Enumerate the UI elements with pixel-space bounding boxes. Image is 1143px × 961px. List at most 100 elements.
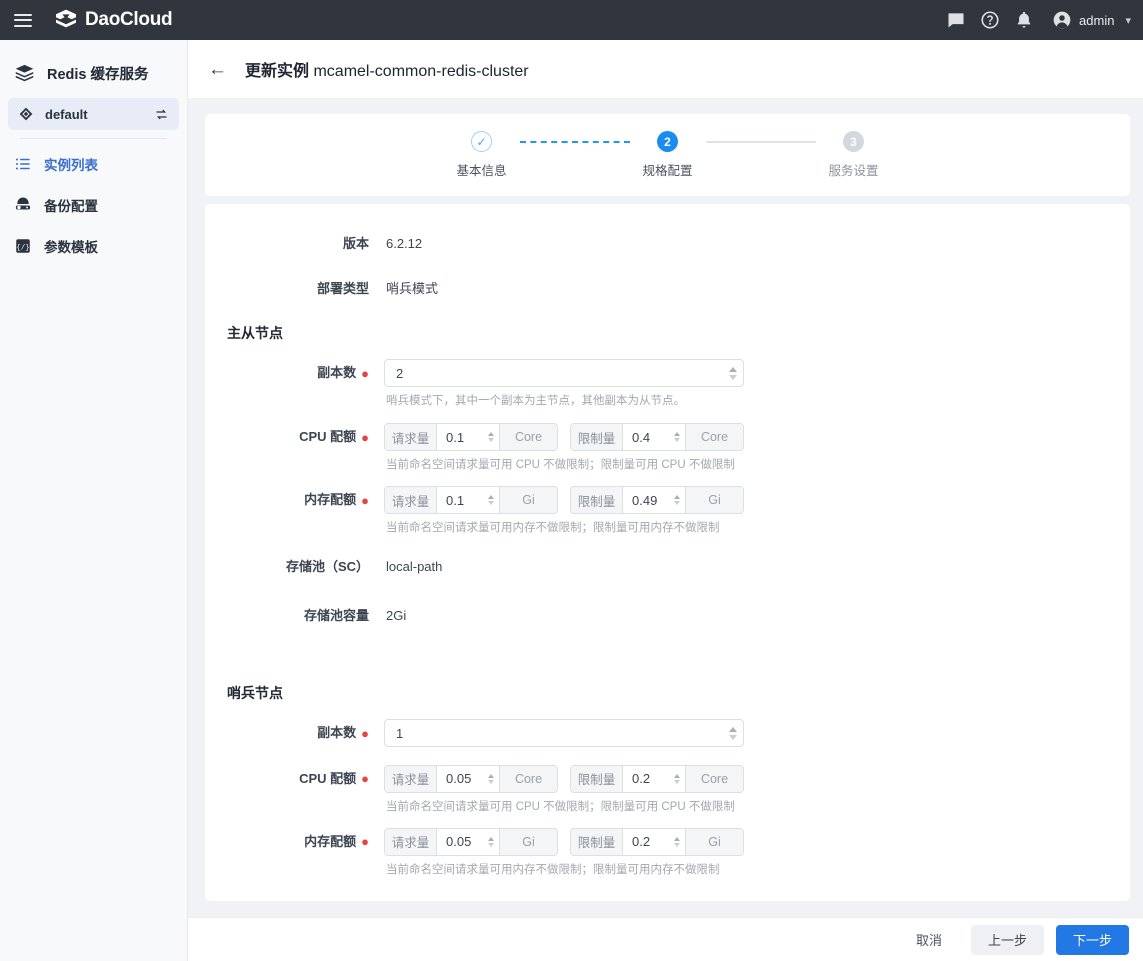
spinner-down-icon[interactable] (488, 438, 494, 442)
bell-icon[interactable] (1014, 10, 1034, 30)
user-name: admin (1079, 13, 1114, 28)
master-memory-request[interactable]: 请求量 0.1 Gi (384, 486, 558, 514)
spinner-control[interactable] (729, 720, 737, 746)
field-value: 哨兵模式 (373, 275, 438, 303)
spinner-down-icon[interactable] (488, 843, 494, 847)
svg-text:{/}: {/} (16, 244, 30, 252)
field-control: 请求量 0.05 Gi 限制量 (373, 828, 744, 877)
brand[interactable]: DaoCloud (54, 8, 172, 32)
back-arrow-icon[interactable]: ← (208, 60, 227, 79)
sidebar-item-param-template[interactable]: {/} 参数模板 (0, 229, 187, 262)
spinner-up-icon[interactable] (674, 837, 680, 841)
quota-prefix-label: 限制量 (571, 766, 623, 792)
quota-input[interactable]: 0.2 (623, 829, 685, 855)
code-template-icon: {/} (14, 237, 32, 255)
previous-step-button[interactable]: 上一步 (971, 925, 1044, 955)
quota-input[interactable]: 0.49 (623, 487, 685, 513)
sentinel-replicas-input[interactable]: 1 (384, 719, 744, 747)
spinner-up-icon[interactable] (488, 432, 494, 436)
spinner-control[interactable] (674, 766, 680, 792)
field-storage-size: 存储池容量 2Gi (205, 602, 1130, 630)
spinner-down-icon[interactable] (674, 780, 680, 784)
project-selector[interactable]: default (8, 98, 179, 130)
spinner-down-icon[interactable] (488, 780, 494, 784)
spinner-down-icon[interactable] (488, 501, 494, 505)
topbar-actions: admin ▾ (946, 10, 1143, 30)
quota-unit-label: Core (685, 766, 743, 792)
spinner-up-icon[interactable] (488, 837, 494, 841)
required-mark: ● (361, 834, 369, 849)
master-cpu-limit[interactable]: 限制量 0.4 Core (570, 423, 744, 451)
sidebar-item-backup-config[interactable]: 备份配置 (0, 188, 187, 221)
next-step-button[interactable]: 下一步 (1056, 925, 1129, 955)
field-value: 2Gi (373, 602, 406, 630)
spinner-up-icon[interactable] (674, 774, 680, 778)
switch-icon[interactable] (154, 107, 169, 122)
menu-toggle-icon[interactable] (14, 14, 32, 27)
quota-unit-label: Gi (685, 487, 743, 513)
spinner-control[interactable] (488, 766, 494, 792)
sentinel-cpu-request[interactable]: 请求量 0.05 Core (384, 765, 558, 793)
sidebar-item-label: 实例列表 (44, 154, 98, 174)
quota-unit-label: Core (685, 424, 743, 450)
field-control: 2 哨兵模式下，其中一个副本为主节点，其他副本为从节点。 (373, 359, 744, 408)
master-cpu-request[interactable]: 请求量 0.1 Core (384, 423, 558, 451)
sidebar-item-label: 参数模板 (44, 236, 98, 256)
spinner-down-icon[interactable] (674, 843, 680, 847)
spinner-up-icon[interactable] (729, 367, 737, 372)
spinner-up-icon[interactable] (488, 774, 494, 778)
project-icon (18, 106, 34, 122)
input-value: 0.1 (446, 493, 464, 508)
step-basic-info[interactable]: ✓ 基本信息 (444, 131, 520, 179)
quota-input[interactable]: 0.1 (437, 424, 499, 450)
step-spec-config[interactable]: 2 规格配置 (630, 131, 706, 179)
step-service-settings[interactable]: 3 服务设置 (816, 131, 892, 179)
quota-input[interactable]: 0.4 (623, 424, 685, 450)
spinner-control[interactable] (488, 829, 494, 855)
quota-input[interactable]: 0.1 (437, 487, 499, 513)
quota-unit-label: Core (499, 766, 557, 792)
quota-row: 请求量 0.05 Core 限制量 (384, 765, 744, 793)
spinner-up-icon[interactable] (488, 495, 494, 499)
spinner-up-icon[interactable] (674, 495, 680, 499)
user-menu[interactable]: admin ▾ (1052, 10, 1131, 30)
quota-unit-label: Gi (499, 487, 557, 513)
spinner-control[interactable] (674, 829, 680, 855)
spinner-up-icon[interactable] (674, 432, 680, 436)
input-value: 0.1 (446, 430, 464, 445)
spinner-control[interactable] (729, 360, 737, 386)
sentinel-cpu-limit[interactable]: 限制量 0.2 Core (570, 765, 744, 793)
redis-stack-icon (14, 63, 35, 84)
sidebar-item-instance-list[interactable]: 实例列表 (0, 147, 187, 180)
spinner-down-icon[interactable] (674, 501, 680, 505)
field-label: CPU 配额● (205, 765, 373, 794)
required-mark: ● (361, 726, 369, 741)
master-memory-limit[interactable]: 限制量 0.49 Gi (570, 486, 744, 514)
quota-input[interactable]: 0.05 (437, 766, 499, 792)
field-label: 内存配额● (205, 828, 373, 857)
field-sentinel-memory: 内存配额● 请求量 0.05 (205, 828, 1130, 877)
spinner-down-icon[interactable] (674, 438, 680, 442)
sentinel-memory-limit[interactable]: 限制量 0.2 Gi (570, 828, 744, 856)
master-replicas-input[interactable]: 2 (384, 359, 744, 387)
cancel-button[interactable]: 取消 (899, 925, 959, 955)
spinner-up-icon[interactable] (729, 727, 737, 732)
message-icon[interactable] (946, 10, 966, 30)
quota-input[interactable]: 0.05 (437, 829, 499, 855)
quota-input[interactable]: 0.2 (623, 766, 685, 792)
field-label: 副本数● (205, 719, 373, 748)
sidebar-title: Redis 缓存服务 (47, 63, 149, 84)
required-mark: ● (361, 493, 369, 508)
spinner-down-icon[interactable] (729, 735, 737, 740)
field-hint: 当前命名空间请求量可用内存不做限制；限制量可用内存不做限制 (384, 519, 744, 535)
spinner-down-icon[interactable] (729, 375, 737, 380)
scroll-area[interactable]: ✓ 基本信息 2 规格配置 3 服务设置 版本 6.2.12 (188, 98, 1143, 918)
step-connector-2 (706, 141, 816, 143)
sidebar: Redis 缓存服务 default 实例列表 备份 (0, 40, 188, 961)
spinner-control[interactable] (674, 424, 680, 450)
spinner-control[interactable] (674, 487, 680, 513)
spinner-control[interactable] (488, 487, 494, 513)
spinner-control[interactable] (488, 424, 494, 450)
sentinel-memory-request[interactable]: 请求量 0.05 Gi (384, 828, 558, 856)
help-icon[interactable] (980, 10, 1000, 30)
